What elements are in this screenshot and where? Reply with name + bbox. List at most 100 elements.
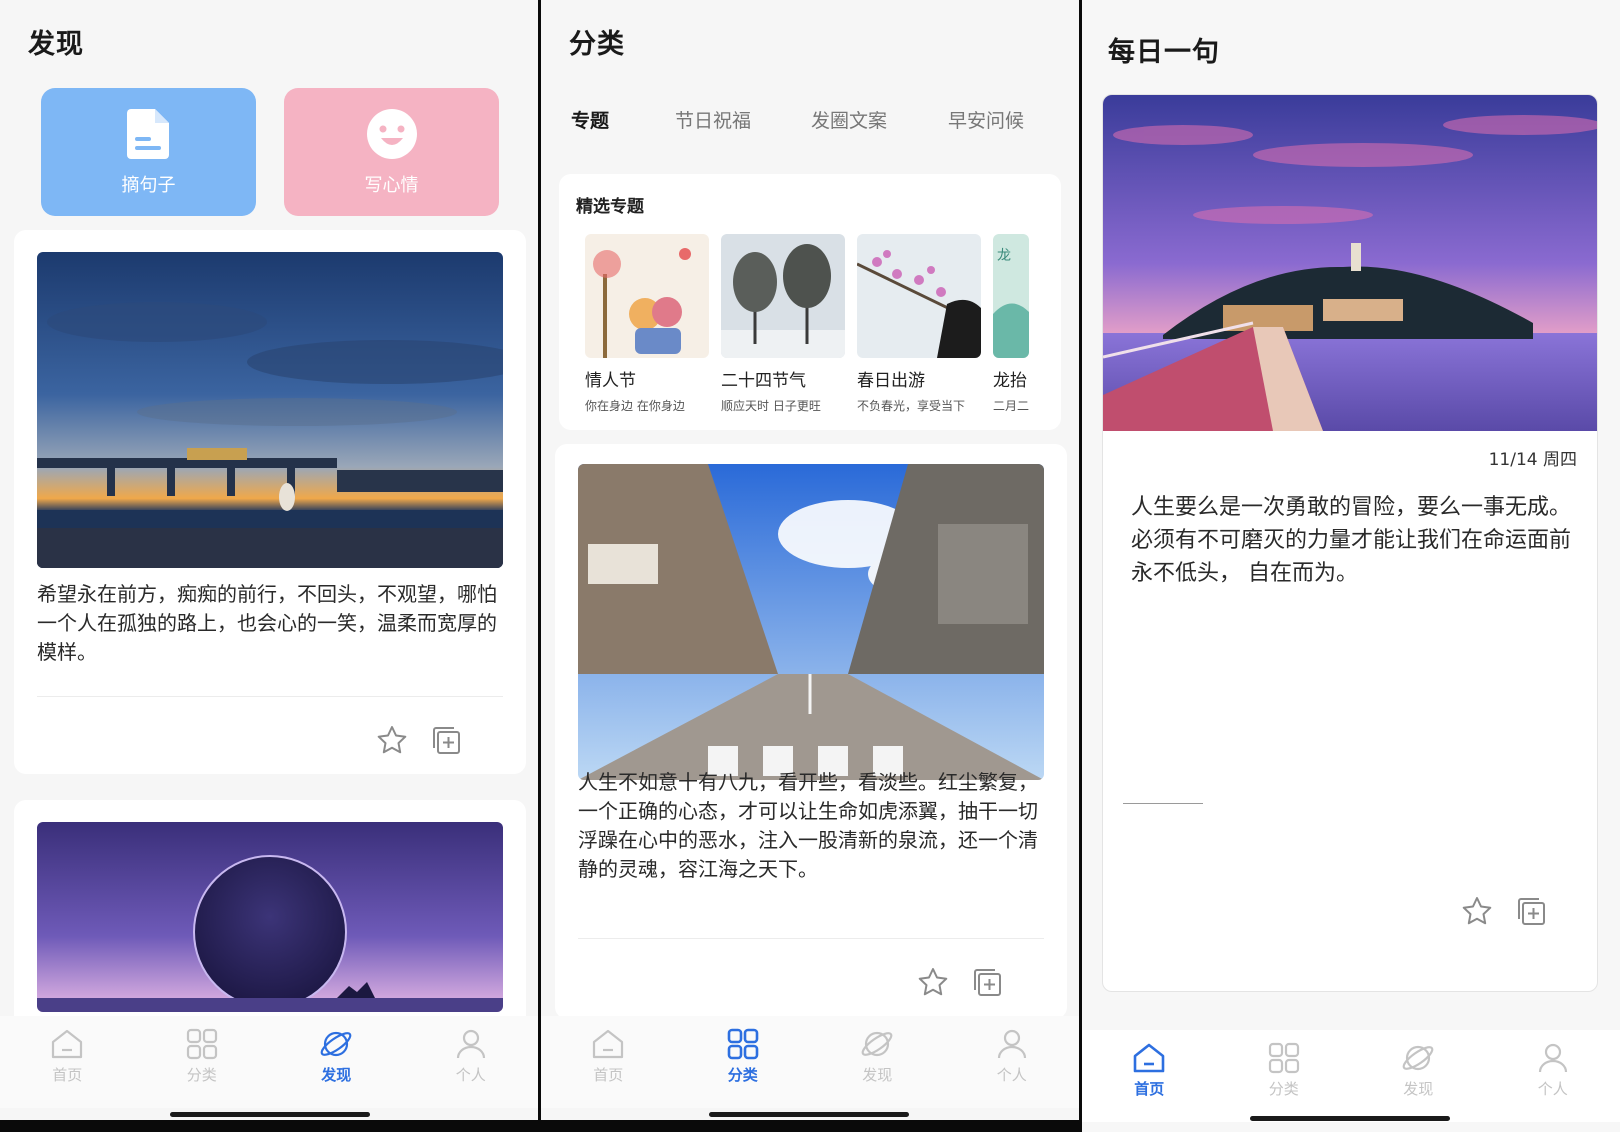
- spring-blossom-illustration: [857, 234, 981, 358]
- nav-label: 分类: [727, 1066, 758, 1084]
- mood-button-label: 写心情: [364, 175, 419, 196]
- person-icon: [456, 1029, 485, 1059]
- planet-icon: [1402, 1045, 1434, 1071]
- nav-label: 个人: [996, 1066, 1027, 1084]
- topic-name: 春日出游: [857, 371, 925, 391]
- nav-category[interactable]: 分类: [1217, 1030, 1352, 1122]
- topic-item[interactable]: 龙 龙抬 二月二: [993, 234, 1061, 414]
- topic-subtitle: 不负春光，享受当下: [857, 399, 966, 413]
- home-indicator: [1250, 1116, 1450, 1121]
- topic-name: 情人节: [585, 371, 636, 391]
- nav-home[interactable]: 首页: [1082, 1030, 1217, 1122]
- nav-category[interactable]: 分类: [676, 1016, 811, 1108]
- home-icon: [1133, 1043, 1165, 1073]
- divider: [578, 938, 1044, 939]
- home-icon: [52, 1029, 83, 1059]
- nav-discover[interactable]: 发现: [269, 1016, 404, 1108]
- quote-card[interactable]: 希望永在前方，痴痴的前行，不回头，不观望，哪怕一个人在孤独的路上，也会心的一笑，…: [14, 230, 526, 774]
- grid-icon: [186, 1028, 217, 1060]
- category-screen: 分类 专题 节日祝福 发圈文案 早安问候 精选专题 情人节 你在身边 在你身边 …: [541, 0, 1079, 1132]
- bottom-nav: 首页 分类 发现 个人: [541, 1016, 1079, 1108]
- add-collection-icon[interactable]: [971, 966, 1003, 998]
- topic-subtitle: 你在身边 在你身边: [585, 399, 685, 413]
- add-collection-icon[interactable]: [1515, 895, 1547, 927]
- daily-quote-text: 人生要么是一次勇敢的冒险，要么一事无成。必须有不可磨灭的力量才能让我们在命运面前…: [1131, 495, 1572, 586]
- nav-profile[interactable]: 个人: [404, 1016, 539, 1108]
- tab-holiday-wishes[interactable]: 节日祝福: [675, 106, 751, 133]
- tab-topics[interactable]: 专题: [571, 106, 609, 133]
- bottom-bar: [541, 1120, 1079, 1132]
- card-text: 人生不如意十有八九，看开些，看淡些。红尘繁复，一个正确的心态，才可以让生命如虎添…: [578, 770, 1038, 881]
- nav-label: 分类: [186, 1066, 217, 1084]
- card-image: [37, 822, 503, 1012]
- nav-home[interactable]: 首页: [0, 1016, 135, 1108]
- nav-category[interactable]: 分类: [135, 1016, 270, 1108]
- nav-label: 发现: [862, 1066, 893, 1084]
- dragon-head-illustration: 龙: [993, 234, 1029, 358]
- svg-text:龙: 龙: [997, 248, 1011, 264]
- planet-icon: [861, 1031, 893, 1057]
- nav-label: 发现: [321, 1066, 352, 1084]
- topic-name: 龙抬: [993, 371, 1027, 391]
- star-icon[interactable]: [917, 966, 949, 998]
- grid-icon: [727, 1028, 759, 1060]
- short-divider: [1123, 803, 1203, 804]
- tab-morning-greeting[interactable]: 早安问候: [948, 106, 1024, 133]
- topic-item[interactable]: 情人节 你在身边 在你身边: [585, 234, 709, 414]
- daily-image: [1103, 95, 1597, 431]
- street-illustration: [578, 464, 1044, 780]
- topic-image: [857, 234, 981, 358]
- nav-label: 首页: [593, 1066, 624, 1084]
- smiley-icon: [366, 109, 417, 159]
- planet-icon: [320, 1031, 352, 1057]
- nav-label: 个人: [1537, 1080, 1568, 1098]
- home-icon: [593, 1029, 624, 1059]
- trees-illustration: [721, 234, 845, 358]
- discover-screen: 发现 摘句子 写心情 希望永在前方，痴痴的前行，不回头，不观望，哪怕一个人在孤独…: [0, 0, 538, 1132]
- star-icon[interactable]: [1461, 895, 1493, 927]
- quote-card[interactable]: [14, 800, 526, 1040]
- topic-item[interactable]: 春日出游 不负春光，享受当下: [857, 234, 981, 414]
- person-icon: [1538, 1043, 1567, 1073]
- card-image: [37, 252, 503, 568]
- add-collection-icon[interactable]: [430, 724, 462, 756]
- topic-item[interactable]: 二十四节气 顺应天时 日子更旺: [721, 234, 845, 414]
- bottom-nav: 首页 分类 发现 个人: [0, 1016, 538, 1108]
- person-icon: [997, 1029, 1026, 1059]
- divider: [37, 696, 503, 697]
- quote-card[interactable]: 人生不如意十有八九，看开些，看淡些。红尘繁复，一个正确的心态，才可以让生命如虎添…: [555, 444, 1067, 1019]
- planet-illustration: [37, 822, 503, 1012]
- nav-label: 首页: [52, 1066, 83, 1084]
- nav-profile[interactable]: 个人: [945, 1016, 1080, 1108]
- sunset-bridge-illustration: [37, 252, 503, 568]
- nav-label: 个人: [455, 1066, 486, 1084]
- grid-icon: [1268, 1042, 1299, 1074]
- star-icon[interactable]: [376, 724, 408, 756]
- island-sunset-illustration: [1103, 95, 1597, 431]
- mood-button[interactable]: 写心情: [284, 88, 499, 216]
- page-title: 发现: [28, 29, 84, 60]
- nav-label: 分类: [1268, 1080, 1299, 1098]
- tab-post-copy[interactable]: 发圈文案: [811, 106, 887, 133]
- topic-image: 龙: [993, 234, 1029, 358]
- featured-topics-card: 精选专题 情人节 你在身边 在你身边 二十四节气 顺应天时 日子更旺 春日出游 …: [559, 174, 1061, 430]
- home-indicator: [709, 1112, 909, 1117]
- quote-button-label: 摘句子: [121, 175, 176, 196]
- home-indicator: [170, 1112, 370, 1117]
- page-title: 每日一句: [1108, 37, 1220, 68]
- nav-discover[interactable]: 发现: [810, 1016, 945, 1108]
- nav-label: 发现: [1403, 1080, 1434, 1098]
- card-image: [578, 464, 1044, 780]
- nav-discover[interactable]: 发现: [1351, 1030, 1486, 1122]
- featured-title: 精选专题: [576, 197, 644, 217]
- nav-profile[interactable]: 个人: [1486, 1030, 1620, 1122]
- quote-button[interactable]: 摘句子: [41, 88, 256, 216]
- valentine-illustration: [585, 234, 709, 358]
- nav-home[interactable]: 首页: [541, 1016, 676, 1108]
- topic-subtitle: 顺应天时 日子更旺: [721, 399, 821, 413]
- quote-date: 11/14 周四: [1488, 450, 1577, 470]
- bottom-nav: 首页 分类 发现 个人: [1082, 1030, 1620, 1122]
- nav-label: 首页: [1134, 1080, 1165, 1098]
- topic-image: [721, 234, 845, 358]
- daily-quote-screen: 每日一句 11/14 周四 人生要么是一次勇敢的冒险，要么一事无成。必须有不可磨…: [1082, 0, 1620, 1132]
